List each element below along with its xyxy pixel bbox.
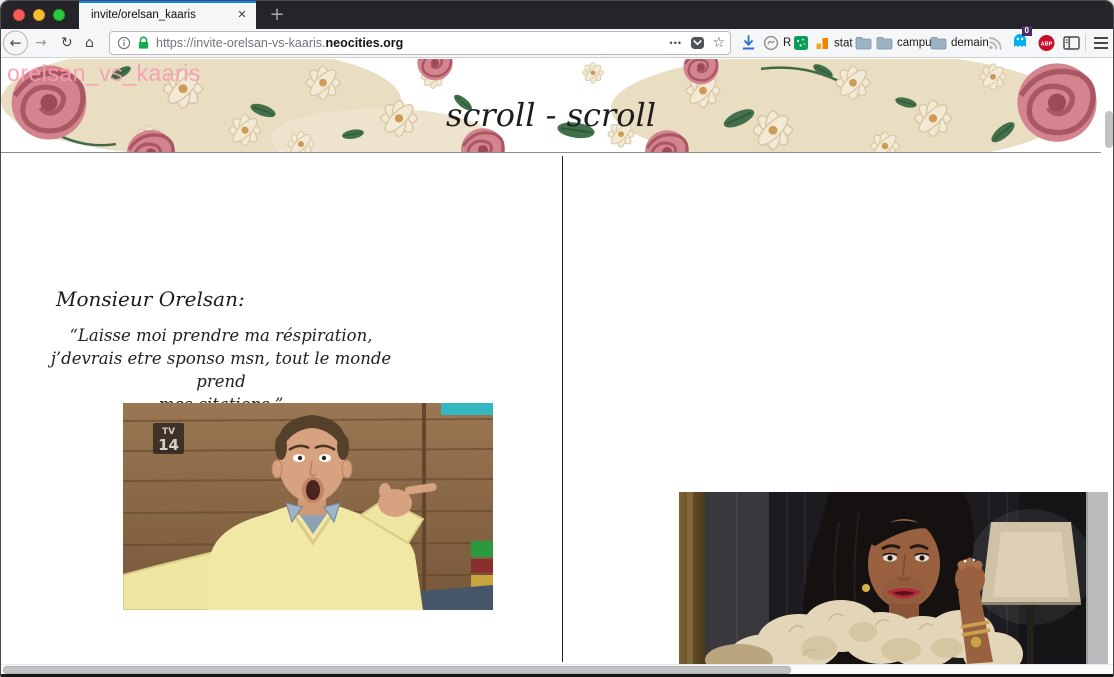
extension-green-button[interactable]	[793, 35, 809, 51]
url-domain: neocities.org	[326, 36, 404, 50]
downloads-button[interactable]	[741, 35, 756, 51]
close-window-button[interactable]	[13, 9, 25, 21]
toolbar-separator	[1085, 34, 1086, 53]
kaaris-reaction-gif	[679, 492, 1108, 664]
ghostery-badge: 0	[1022, 26, 1032, 36]
adblock-plus-button[interactable]: ABP	[1038, 35, 1055, 52]
tab-title: invite/orelsan_kaaris	[91, 1, 228, 29]
extension-r-label: R	[783, 37, 791, 49]
sidebar-toggle-button[interactable]	[1063, 36, 1080, 50]
tab-bar: invite/orelsan_kaaris ✕ +	[1, 1, 1113, 29]
navigation-toolbar: ← → ↻ ⌂ https://invite-orelsan-vs-kaaris…	[1, 29, 1113, 58]
tab-close-icon[interactable]: ✕	[234, 7, 250, 23]
horizontal-scrollbar-track[interactable]	[1, 664, 1114, 675]
site-title-overlay: orelsan_vs_kaaris	[7, 60, 201, 87]
bookmark-folder-campus[interactable]: campus	[876, 36, 937, 50]
ghostery-button[interactable]: 0	[1012, 32, 1028, 54]
url-prefix: https://invite-orelsan-vs-kaaris.	[156, 36, 326, 50]
back-icon: ←	[10, 35, 22, 51]
extension-stat-label: stat	[834, 37, 853, 49]
extension-stat-button[interactable]: stat	[815, 36, 853, 51]
minimize-window-button[interactable]	[33, 9, 45, 21]
zoom-window-button[interactable]	[53, 9, 65, 21]
page-viewport: scroll - scroll orelsan_vs_kaaris Monsie…	[1, 58, 1114, 677]
forward-button[interactable]: →	[35, 35, 47, 51]
menu-button[interactable]	[1094, 37, 1108, 49]
vertical-scrollbar-thumb[interactable]	[1105, 111, 1113, 148]
horizontal-scrollbar-thumb[interactable]	[3, 666, 791, 674]
bookmark-folder-demain-label: demain	[951, 37, 989, 49]
pocket-icon[interactable]	[690, 36, 705, 51]
orelsan-heading: Monsieur Orelsan:	[56, 287, 245, 311]
new-tab-button[interactable]: +	[265, 4, 289, 26]
abp-label: ABP	[1041, 42, 1053, 48]
tv-rating-badge: TV 14	[153, 423, 184, 454]
home-button[interactable]: ⌂	[85, 35, 94, 51]
bookmark-folder-demain[interactable]: demain	[930, 36, 989, 50]
orelsan-reaction-gif: TV 14	[123, 403, 493, 610]
lock-icon[interactable]	[137, 36, 150, 50]
banner-scroll-text: scroll - scroll	[1, 96, 1101, 134]
extension-r-button[interactable]: R	[763, 35, 791, 51]
bookmark-star-icon[interactable]: ☆	[712, 35, 725, 51]
back-button[interactable]: ←	[3, 31, 28, 56]
active-tab[interactable]: invite/orelsan_kaaris ✕	[79, 1, 256, 29]
url-text: https://invite-orelsan-vs-kaaris.neociti…	[156, 36, 403, 50]
site-info-icon[interactable]	[117, 36, 131, 50]
rss-icon[interactable]	[988, 36, 1003, 50]
quote-line-1: “Laisse moi prendre ma réspiration,	[37, 324, 405, 347]
url-bar[interactable]: https://invite-orelsan-vs-kaaris.neociti…	[109, 31, 731, 55]
page-actions-icon[interactable]: •••	[670, 38, 682, 48]
browser-window: invite/orelsan_kaaris ✕ + ← → ↻ ⌂ https:…	[0, 0, 1114, 677]
tv-badge-rating: 14	[158, 436, 179, 454]
reload-button[interactable]: ↻	[61, 35, 73, 51]
quote-line-2: j’devrais etre sponso msn, tout le monde…	[37, 347, 405, 393]
column-divider	[562, 156, 563, 662]
bookmark-folder-icon[interactable]	[855, 36, 872, 50]
